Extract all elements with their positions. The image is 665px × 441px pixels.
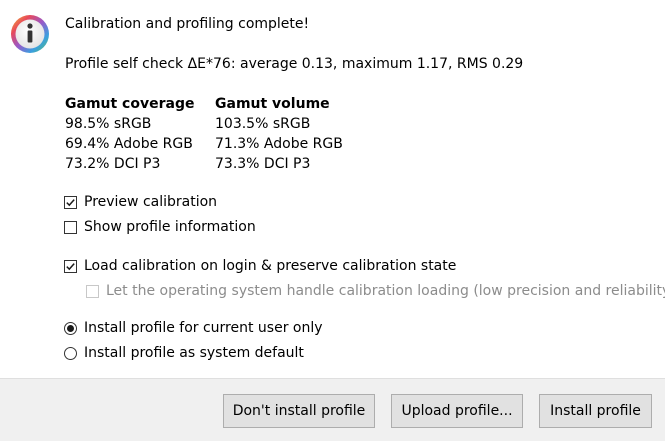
gamut-coverage-srgb: 98.5% sRGB xyxy=(65,116,152,132)
checkmark-icon xyxy=(66,262,75,270)
preview-calibration-label: Preview calibration xyxy=(84,194,218,210)
preview-calibration-option[interactable]: Preview calibration xyxy=(64,192,217,212)
gamut-volume-column: Gamut volume 103.5% sRGB 71.3% Adobe RGB… xyxy=(215,94,343,174)
gamut-coverage-dci-p3: 73.2% DCI P3 xyxy=(65,156,161,172)
gamut-coverage-header: Gamut coverage xyxy=(65,96,195,112)
show-profile-information-label: Show profile information xyxy=(84,219,256,235)
install-current-user-label: Install profile for current user only xyxy=(84,320,323,336)
profile-self-check: Profile self check ΔE*76: average 0.13, … xyxy=(65,56,524,72)
preview-calibration-checkbox[interactable] xyxy=(64,195,77,209)
install-profile-button[interactable]: Install profile xyxy=(539,394,652,428)
gamut-volume-adobe-rgb: 71.3% Adobe RGB xyxy=(215,136,343,152)
os-handle-calibration-label: Let the operating system handle calibrat… xyxy=(106,283,665,299)
gamut-volume-header: Gamut volume xyxy=(215,96,330,112)
install-current-user-radio[interactable] xyxy=(64,321,77,335)
install-system-default-label: Install profile as system default xyxy=(84,345,304,361)
info-icon xyxy=(11,15,49,53)
checkmark-icon xyxy=(66,198,75,206)
gamut-coverage-column: Gamut coverage 98.5% sRGB 69.4% Adobe RG… xyxy=(65,94,194,174)
load-calibration-label: Load calibration on login & preserve cal… xyxy=(84,258,457,274)
upload-profile-button[interactable]: Upload profile... xyxy=(391,394,523,428)
load-calibration-checkbox[interactable] xyxy=(64,259,77,273)
os-handle-calibration-option: Let the operating system handle calibrat… xyxy=(86,281,665,301)
os-handle-calibration-checkbox xyxy=(86,284,99,298)
dialog-title: Calibration and profiling complete! xyxy=(65,16,310,32)
load-calibration-option[interactable]: Load calibration on login & preserve cal… xyxy=(64,256,456,276)
dont-install-profile-button[interactable]: Don't install profile xyxy=(223,394,375,428)
show-profile-information-checkbox[interactable] xyxy=(64,220,77,234)
gamut-coverage-adobe-rgb: 69.4% Adobe RGB xyxy=(65,136,193,152)
install-system-default-radio[interactable] xyxy=(64,346,77,360)
gamut-volume-srgb: 103.5% sRGB xyxy=(215,116,311,132)
gamut-volume-dci-p3: 73.3% DCI P3 xyxy=(215,156,311,172)
calibration-complete-dialog: Calibration and profiling complete! Prof… xyxy=(0,0,665,441)
install-system-default-option[interactable]: Install profile as system default xyxy=(64,343,304,363)
install-current-user-option[interactable]: Install profile for current user only xyxy=(64,318,323,338)
radio-selected-dot xyxy=(67,324,74,332)
show-profile-information-option[interactable]: Show profile information xyxy=(64,217,256,237)
